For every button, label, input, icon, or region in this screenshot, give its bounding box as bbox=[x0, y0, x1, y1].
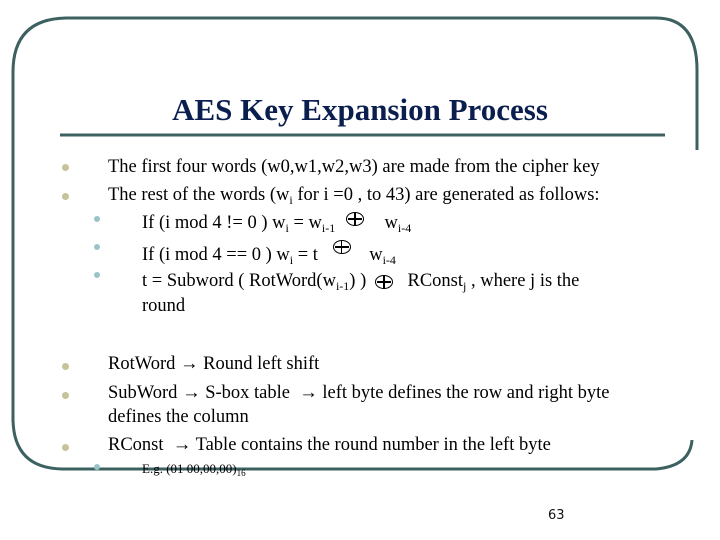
sub-bullet-dot bbox=[94, 216, 100, 222]
bullet-dot bbox=[62, 193, 69, 200]
bullet-dot bbox=[62, 444, 69, 451]
xor-icon bbox=[374, 275, 393, 289]
text: If (i mod 4 == 0 ) w bbox=[142, 245, 290, 265]
rule-not-multiple-of-4: If (i mod 4 != 0 ) wi = wi-1 wi-4 bbox=[142, 212, 412, 235]
arrow-right-icon: → bbox=[172, 435, 192, 455]
rconst-example: E.g. (01 00,00,00)16 bbox=[142, 461, 246, 478]
slide-frame bbox=[11, 16, 699, 471]
subscript: 16 bbox=[236, 468, 246, 478]
arrow-right-icon: → bbox=[180, 354, 199, 374]
text: S-box table bbox=[205, 383, 290, 403]
text: RConst bbox=[407, 271, 464, 291]
xor-icon bbox=[345, 212, 364, 226]
subscript: i-4 bbox=[382, 253, 396, 267]
text: = w bbox=[288, 213, 322, 233]
bullet-dot bbox=[62, 164, 69, 171]
bullet-rconst: RConst → Table contains the round number… bbox=[108, 436, 551, 455]
sub-bullet-dot bbox=[94, 464, 100, 470]
text: w bbox=[369, 245, 383, 265]
bullet-dot bbox=[62, 363, 69, 370]
arrow-right-icon: → bbox=[299, 383, 318, 403]
bullet-rotword: RotWord → Round left shift bbox=[108, 355, 319, 374]
frame-border bbox=[11, 16, 699, 152]
slide-title: AES Key Expansion Process bbox=[172, 92, 548, 127]
text: If (i mod 4 != 0 ) w bbox=[142, 213, 286, 233]
text: Table contains the round number in the l… bbox=[195, 435, 551, 455]
sub-bullet-dot bbox=[94, 244, 100, 250]
rule-multiple-of-4: If (i mod 4 == 0 ) wi = t wi-4 bbox=[142, 240, 396, 267]
xor-icon bbox=[332, 240, 351, 254]
text: RConst bbox=[108, 435, 164, 455]
text: left byte defines the row and right byte bbox=[322, 383, 610, 403]
bullet-subword-continued: defines the column bbox=[108, 407, 249, 427]
arrow-right-icon: → bbox=[182, 383, 201, 403]
bullet-rest-of-words: The rest of the words (wi for i =0 , to … bbox=[108, 185, 600, 206]
text: t = Subword ( RotWord(w bbox=[142, 271, 336, 291]
text: w bbox=[384, 213, 398, 233]
rule-t-definition: t = Subword ( RotWord(wi-1) ) RConstj , … bbox=[142, 271, 580, 293]
text: ) ) bbox=[349, 271, 367, 291]
page-number: 63 bbox=[548, 508, 565, 523]
text: , where j is the bbox=[466, 271, 580, 291]
text: for i =0 , to 43) are generated as follo… bbox=[292, 185, 600, 205]
text: RotWord bbox=[108, 354, 176, 374]
sub-bullet-dot bbox=[94, 272, 100, 278]
text: SubWord bbox=[108, 383, 178, 403]
bullet-first-four-words: The first four words (w0,w1,w2,w3) are m… bbox=[108, 157, 600, 177]
bullet-subword: SubWord → S-box table → left byte define… bbox=[108, 384, 610, 403]
text: = t bbox=[293, 245, 318, 265]
text: The rest of the words (w bbox=[108, 185, 290, 205]
subscript: i-4 bbox=[397, 221, 412, 235]
subscript: i-1 bbox=[335, 279, 350, 293]
text: E.g. (01 00,00,00) bbox=[142, 461, 237, 476]
rule-t-definition-continued: round bbox=[142, 296, 186, 316]
text: Round left shift bbox=[203, 354, 320, 374]
bullet-dot bbox=[62, 392, 69, 399]
subscript: i-1 bbox=[321, 221, 336, 235]
